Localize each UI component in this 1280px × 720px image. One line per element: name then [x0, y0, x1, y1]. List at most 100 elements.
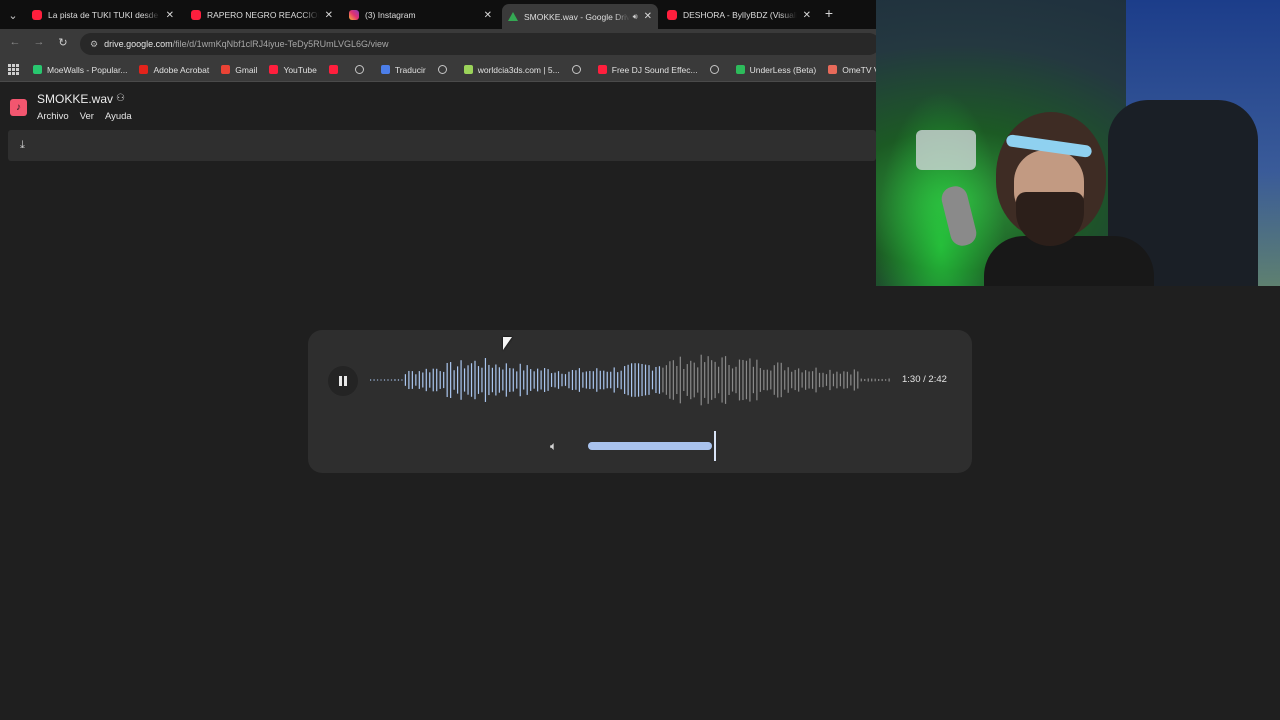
back-arrow-icon[interactable]: ← — [8, 36, 22, 48]
waveform-bar — [888, 378, 890, 382]
waveform-bar — [728, 365, 730, 395]
waveform-bar — [550, 373, 553, 387]
bookmark-globe-2[interactable] — [437, 65, 452, 74]
tab-4-active[interactable]: SMOKKE.wav - Google Drive 🔊︎ ✕ — [502, 4, 658, 29]
waveform-scrubber[interactable] — [370, 350, 892, 410]
waveform-bar — [463, 368, 466, 392]
waveform-bar — [704, 362, 706, 398]
waveform-bar — [700, 354, 702, 406]
waveform-bar — [516, 371, 518, 389]
waveform-bar — [376, 379, 379, 381]
waveform-bar — [429, 372, 431, 388]
waveform-bar — [860, 378, 862, 382]
bookmark-globe-3[interactable] — [571, 65, 586, 74]
volume-icon[interactable]: 🔈︎ — [550, 439, 557, 454]
waveform-bar — [648, 365, 650, 395]
reload-icon[interactable]: ↻ — [56, 36, 70, 49]
volume-slider-thumb[interactable] — [714, 431, 716, 461]
bookmark-globe-1[interactable] — [354, 65, 369, 74]
waveform-bar — [711, 360, 713, 400]
close-icon[interactable]: ✕ — [166, 10, 174, 21]
waveform-bar — [484, 358, 487, 402]
new-tab-plus-icon[interactable]: + — [822, 5, 836, 21]
tab-search-chevron-icon[interactable]: ⌄ — [4, 6, 22, 24]
waveform-bar — [436, 368, 438, 392]
waveform-bar — [843, 371, 845, 389]
bookmark-label: Adobe Acrobat — [153, 64, 210, 75]
waveform-bar — [453, 370, 455, 390]
youtube-icon — [269, 65, 279, 74]
waveform-bar — [707, 356, 709, 404]
bookmark-youtube[interactable]: YouTube — [269, 65, 317, 75]
waveform-bar — [885, 379, 887, 381]
bookmark-label: Free DJ Sound Effec... — [611, 64, 698, 75]
waveform-bar — [749, 358, 751, 402]
close-icon[interactable]: ✕ — [325, 10, 333, 21]
globe-icon — [571, 65, 581, 74]
bookmark-adobe-acrobat[interactable]: Adobe Acrobat — [139, 65, 209, 75]
tab-1[interactable]: La pista de TUKI TUKI desde ce ✕ — [26, 4, 180, 26]
waveform-bar — [394, 379, 396, 381]
waveform-bar — [721, 357, 723, 403]
waveform-bar — [547, 369, 549, 391]
menu-ver[interactable]: Ver — [80, 111, 94, 122]
forward-arrow-icon[interactable]: → — [32, 36, 46, 48]
tab-2[interactable]: RAPERO NEGRO REACCIONA A ✕ — [185, 4, 339, 26]
waveform-bar — [523, 370, 525, 390]
close-icon[interactable]: ✕ — [484, 10, 492, 21]
waveform-bar — [432, 368, 434, 392]
bookmark-label: MoeWalls - Popular... — [47, 64, 128, 75]
menu-archivo[interactable]: Archivo — [37, 111, 69, 122]
globe-icon — [354, 65, 364, 74]
waveform-bar — [770, 370, 772, 390]
drive-viewer-header — [0, 83, 876, 129]
current-time: 1:30 — [902, 374, 921, 385]
speaker-icon[interactable]: 🔊︎ — [633, 12, 638, 22]
waveform-bar — [582, 372, 584, 388]
waveform-bar — [596, 368, 598, 392]
bookmark-youtube-2[interactable] — [328, 65, 343, 74]
worldcia-icon — [463, 65, 473, 74]
bookmark-gmail[interactable]: Gmail — [221, 65, 257, 75]
bookmarks-bar: MoeWalls - Popular... Adobe Acrobat Gmai… — [0, 58, 923, 82]
waveform-bar — [533, 371, 535, 389]
menu-ayuda[interactable]: Ayuda — [105, 111, 132, 122]
volume-slider[interactable] — [588, 442, 712, 450]
download-icon[interactable]: ⤓ — [20, 139, 25, 152]
waveform-bar — [846, 371, 848, 389]
bookmark-globe-4[interactable] — [709, 65, 724, 74]
bookmark-worldcia3ds[interactable]: worldcia3ds.com | 5... — [463, 65, 560, 75]
waveform-bar — [662, 367, 664, 393]
waveform-bar — [777, 362, 779, 398]
close-icon[interactable]: ✕ — [644, 11, 652, 22]
waveform-bar — [450, 362, 452, 398]
tab-5[interactable]: DESHORA - BylIyBDZ (Visualizer ✕ — [661, 4, 817, 26]
address-bar[interactable]: ⚙︎ drive.google.com/file/d/1wmKqNbf1clRJ… — [80, 33, 880, 55]
waveform-bar — [731, 368, 734, 392]
waveform-bar — [832, 373, 835, 387]
bookmark-moewalls[interactable]: MoeWalls - Popular... — [33, 65, 127, 75]
waveform-bar — [408, 370, 410, 390]
waveform-bar — [540, 370, 542, 390]
pause-icon — [339, 376, 347, 386]
waveform-bar — [683, 368, 685, 392]
site-info-icon[interactable]: ⚙︎ — [90, 39, 98, 50]
waveform-bar — [498, 367, 500, 393]
waveform-bar — [794, 369, 796, 391]
pause-button[interactable] — [328, 366, 358, 396]
waveform-bar — [373, 379, 375, 381]
bookmark-traducir[interactable]: Traducir — [380, 65, 426, 75]
apps-grid-icon[interactable] — [8, 64, 19, 75]
tab-3[interactable]: (3) Instagram ✕ — [343, 4, 498, 26]
waveform-bar — [679, 356, 681, 404]
adobe-icon — [139, 65, 149, 74]
gmail-icon — [221, 65, 231, 74]
waveform-bar — [380, 379, 382, 381]
bookmark-underless[interactable]: UnderLess (Beta) — [735, 65, 816, 75]
waveform-bar — [798, 368, 800, 392]
waveform-bar — [387, 379, 389, 381]
waveform-bar — [756, 359, 758, 401]
close-icon[interactable]: ✕ — [803, 10, 811, 21]
url-path: /file/d/1wmKqNbf1clRJ4iyue-TeDy5RUmLVGL6… — [172, 39, 389, 49]
bookmark-free-dj-sound[interactable]: Free DJ Sound Effec... — [597, 64, 698, 75]
